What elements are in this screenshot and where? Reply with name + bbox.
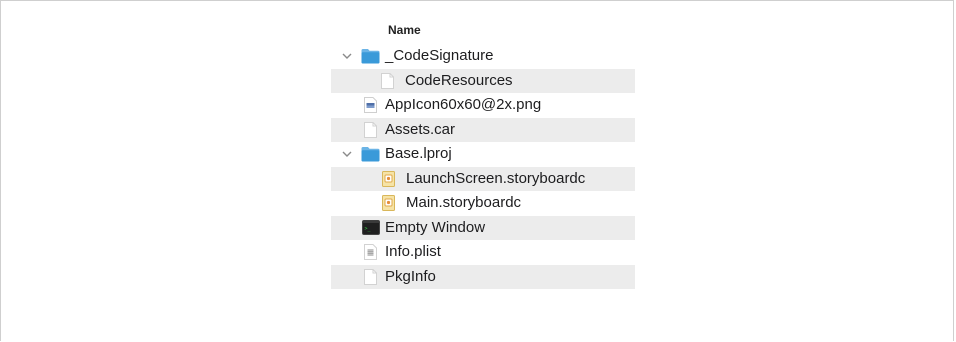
list-item-label: Main.storyboardc — [406, 194, 522, 212]
list-item-label: Empty Window — [385, 218, 486, 236]
list-item-label: _CodeSignature — [385, 47, 494, 65]
list-item-label: AppIcon60x60@2x.png — [385, 96, 542, 114]
list-item-label: CodeResources — [405, 71, 513, 89]
chevron-down-icon[interactable] — [342, 149, 352, 159]
executable-icon: >_ — [362, 219, 380, 236]
storyboard-icon — [382, 170, 396, 187]
list-item-appicon-png[interactable]: AppIcon60x60@2x.png — [331, 93, 635, 118]
file-icon — [364, 121, 378, 138]
list-item-codesignature[interactable]: _CodeSignature — [331, 44, 635, 69]
list-item-label: Assets.car — [385, 120, 456, 138]
file-icon — [381, 72, 395, 89]
list-item-empty-window[interactable]: >_ Empty Window — [331, 215, 635, 240]
list-item-main-storyboardc[interactable]: Main.storyboardc — [331, 191, 635, 216]
storyboard-icon — [382, 195, 396, 212]
list-item-label: Base.lproj — [385, 145, 452, 163]
list-item-launchscreen-storyboardc[interactable]: LaunchScreen.storyboardc — [331, 166, 635, 191]
name-column-header[interactable]: Name — [331, 16, 635, 44]
list-item-label: Info.plist — [385, 243, 441, 261]
folder-icon — [361, 48, 380, 64]
file-list: Name _CodeSignature CodeResources AppIco… — [331, 16, 635, 289]
plist-icon — [364, 244, 378, 261]
list-item-info-plist[interactable]: Info.plist — [331, 240, 635, 265]
file-icon — [364, 268, 378, 285]
list-item-label: PkgInfo — [385, 267, 436, 285]
list-item-pkginfo[interactable]: PkgInfo — [331, 264, 635, 289]
list-item-coderesources[interactable]: CodeResources — [331, 68, 635, 93]
list-item-assets-car[interactable]: Assets.car — [331, 117, 635, 142]
list-item-base-lproj[interactable]: Base.lproj — [331, 142, 635, 167]
chevron-down-icon[interactable] — [342, 51, 352, 61]
list-item-label: LaunchScreen.storyboardc — [406, 169, 586, 187]
png-image-icon — [364, 97, 378, 114]
folder-icon — [361, 146, 380, 162]
svg-text:>_: >_ — [365, 226, 372, 232]
